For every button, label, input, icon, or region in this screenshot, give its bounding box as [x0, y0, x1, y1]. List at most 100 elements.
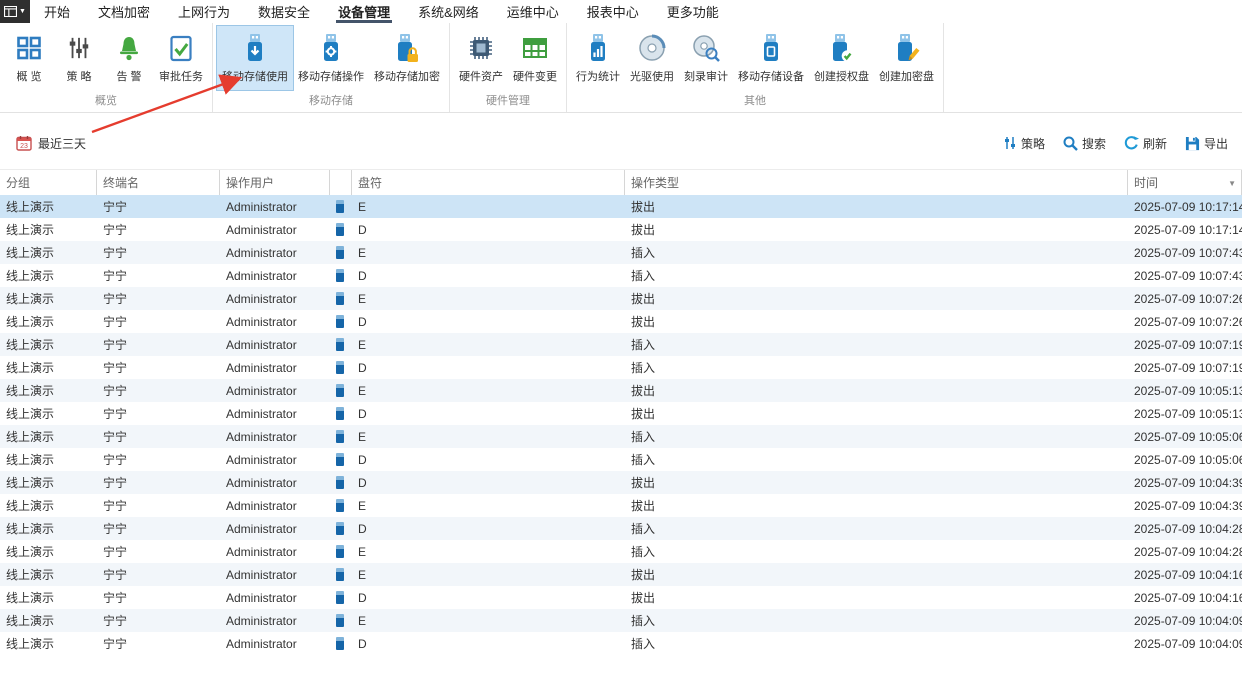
policy-filter-button[interactable]: 策略: [1003, 135, 1045, 152]
cell-user: Administrator: [220, 609, 330, 632]
usb-drive-icon: [336, 568, 344, 581]
column-header-terminal[interactable]: 终端名: [97, 170, 220, 195]
cell-terminal: 宁宁: [97, 471, 220, 494]
app-menu-button[interactable]: ▼: [0, 0, 30, 23]
create-encrypt-disk-button[interactable]: 创建加密盘: [874, 26, 939, 90]
column-header-time[interactable]: 时间: [1128, 170, 1242, 195]
create-auth-disk-button[interactable]: 创建授权盘: [809, 26, 874, 90]
cell-terminal: 宁宁: [97, 402, 220, 425]
search-button[interactable]: 搜索: [1063, 135, 1106, 152]
approval-tasks-button[interactable]: 审批任务: [154, 26, 208, 90]
usb-operation-button[interactable]: 移动存储操作: [293, 26, 369, 90]
cell-drive: D: [352, 586, 625, 609]
cell-drive: E: [352, 287, 625, 310]
cell-user: Administrator: [220, 402, 330, 425]
export-icon: [1185, 136, 1200, 151]
table-row[interactable]: 线上演示 宁宁 Administrator D 拔出 2025-07-09 10…: [0, 402, 1242, 425]
usb-usage-button[interactable]: 移动存储使用: [217, 26, 293, 90]
table-row[interactable]: 线上演示 宁宁 Administrator D 插入 2025-07-09 10…: [0, 448, 1242, 471]
table-row[interactable]: 线上演示 宁宁 Administrator D 插入 2025-07-09 10…: [0, 517, 1242, 540]
menu-tab-ops-center[interactable]: 运维中心: [493, 0, 573, 23]
usb-encrypt-button[interactable]: 移动存储加密: [369, 26, 445, 90]
cell-usb-icon: [330, 287, 352, 310]
table-row[interactable]: 线上演示 宁宁 Administrator D 拔出 2025-07-09 10…: [0, 586, 1242, 609]
cell-group: 线上演示: [0, 609, 97, 632]
overview-button[interactable]: 概 览: [4, 26, 54, 90]
date-filter[interactable]: 23 最近三天: [16, 135, 86, 152]
usb-drive-icon: [336, 384, 344, 397]
column-header-icon[interactable]: [330, 170, 352, 195]
cell-user: Administrator: [220, 632, 330, 655]
menu-tab-report-center[interactable]: 报表中心: [573, 0, 653, 23]
table-row[interactable]: 线上演示 宁宁 Administrator D 插入 2025-07-09 10…: [0, 264, 1242, 287]
cell-usb-icon: [330, 379, 352, 402]
table-row[interactable]: 线上演示 宁宁 Administrator E 拔出 2025-07-09 10…: [0, 494, 1242, 517]
menu-tab-more-functions[interactable]: 更多功能: [653, 0, 733, 23]
menubar: ▼ 开始 文档加密 上网行为 数据安全 设备管理 系统&网络 运维中心 报表中心…: [0, 0, 1242, 23]
table-row[interactable]: 线上演示 宁宁 Administrator E 拔出 2025-07-09 10…: [0, 563, 1242, 586]
cell-action: 插入: [625, 448, 1128, 471]
cell-drive: D: [352, 517, 625, 540]
burn-audit-icon: [692, 30, 720, 66]
cell-usb-icon: [330, 448, 352, 471]
hardware-asset-button[interactable]: 硬件资产: [454, 26, 508, 90]
menu-tab-device-management[interactable]: 设备管理: [324, 0, 404, 23]
cell-action: 插入: [625, 609, 1128, 632]
export-button[interactable]: 导出: [1185, 135, 1228, 152]
cell-action: 插入: [625, 540, 1128, 563]
table-row[interactable]: 线上演示 宁宁 Administrator E 插入 2025-07-09 10…: [0, 609, 1242, 632]
menu-tab-web-behavior[interactable]: 上网行为: [164, 0, 244, 23]
column-header-action[interactable]: 操作类型: [625, 170, 1128, 195]
hardware-change-button[interactable]: 硬件变更: [508, 26, 562, 90]
cell-terminal: 宁宁: [97, 356, 220, 379]
cell-user: Administrator: [220, 264, 330, 287]
table-row[interactable]: 线上演示 宁宁 Administrator E 插入 2025-07-09 10…: [0, 333, 1242, 356]
table-row[interactable]: 线上演示 宁宁 Administrator E 插入 2025-07-09 10…: [0, 540, 1242, 563]
hardware-asset-icon: [468, 30, 494, 66]
cell-terminal: 宁宁: [97, 586, 220, 609]
menu-tab-data-security[interactable]: 数据安全: [244, 0, 324, 23]
search-icon: [1063, 136, 1078, 151]
table-row[interactable]: 线上演示 宁宁 Administrator D 插入 2025-07-09 10…: [0, 632, 1242, 655]
table-row[interactable]: 线上演示 宁宁 Administrator E 拔出 2025-07-09 10…: [0, 379, 1242, 402]
table-row[interactable]: 线上演示 宁宁 Administrator D 拔出 2025-07-09 10…: [0, 310, 1242, 333]
cell-action: 插入: [625, 356, 1128, 379]
cell-user: Administrator: [220, 218, 330, 241]
usb-device-button[interactable]: 移动存储设备: [733, 26, 809, 90]
cd-usage-button[interactable]: 光驱使用: [625, 26, 679, 90]
cell-user: Administrator: [220, 333, 330, 356]
column-header-group[interactable]: 分组: [0, 170, 97, 195]
approval-tasks-icon: [168, 30, 194, 66]
cell-drive: E: [352, 333, 625, 356]
cell-action: 拔出: [625, 471, 1128, 494]
cell-terminal: 宁宁: [97, 448, 220, 471]
table-row[interactable]: 线上演示 宁宁 Administrator E 插入 2025-07-09 10…: [0, 241, 1242, 264]
table-row[interactable]: 线上演示 宁宁 Administrator D 插入 2025-07-09 10…: [0, 356, 1242, 379]
cell-usb-icon: [330, 517, 352, 540]
policy-sliders-icon: [67, 30, 91, 66]
refresh-button[interactable]: 刷新: [1124, 135, 1167, 152]
policy-button[interactable]: 策 略: [54, 26, 104, 90]
cell-drive: D: [352, 402, 625, 425]
column-header-drive[interactable]: 盘符: [352, 170, 625, 195]
table-row[interactable]: 线上演示 宁宁 Administrator D 拔出 2025-07-09 10…: [0, 218, 1242, 241]
window-icon: [4, 6, 17, 17]
menu-tab-start[interactable]: 开始: [30, 0, 84, 23]
menu-tab-system-network[interactable]: 系统&网络: [404, 0, 493, 23]
cell-drive: D: [352, 310, 625, 333]
table-body: 线上演示 宁宁 Administrator E 拔出 2025-07-09 10…: [0, 195, 1242, 655]
column-header-user[interactable]: 操作用户: [220, 170, 330, 195]
cell-time: 2025-07-09 10:17:14: [1128, 218, 1242, 241]
table-row[interactable]: 线上演示 宁宁 Administrator E 拔出 2025-07-09 10…: [0, 287, 1242, 310]
alert-button[interactable]: 告 警: [104, 26, 154, 90]
table-row[interactable]: 线上演示 宁宁 Administrator E 插入 2025-07-09 10…: [0, 425, 1242, 448]
column-menu-arrow[interactable]: ▼: [1228, 179, 1236, 188]
cell-terminal: 宁宁: [97, 241, 220, 264]
menu-tab-doc-encrypt[interactable]: 文档加密: [84, 0, 164, 23]
group-label-removable-storage: 移动存储: [213, 90, 449, 112]
table-row[interactable]: 线上演示 宁宁 Administrator D 拔出 2025-07-09 10…: [0, 471, 1242, 494]
cell-user: Administrator: [220, 287, 330, 310]
behavior-stats-button[interactable]: 行为统计: [571, 26, 625, 90]
table-row[interactable]: 线上演示 宁宁 Administrator E 拔出 2025-07-09 10…: [0, 195, 1242, 218]
burn-audit-button[interactable]: 刻录审计: [679, 26, 733, 90]
